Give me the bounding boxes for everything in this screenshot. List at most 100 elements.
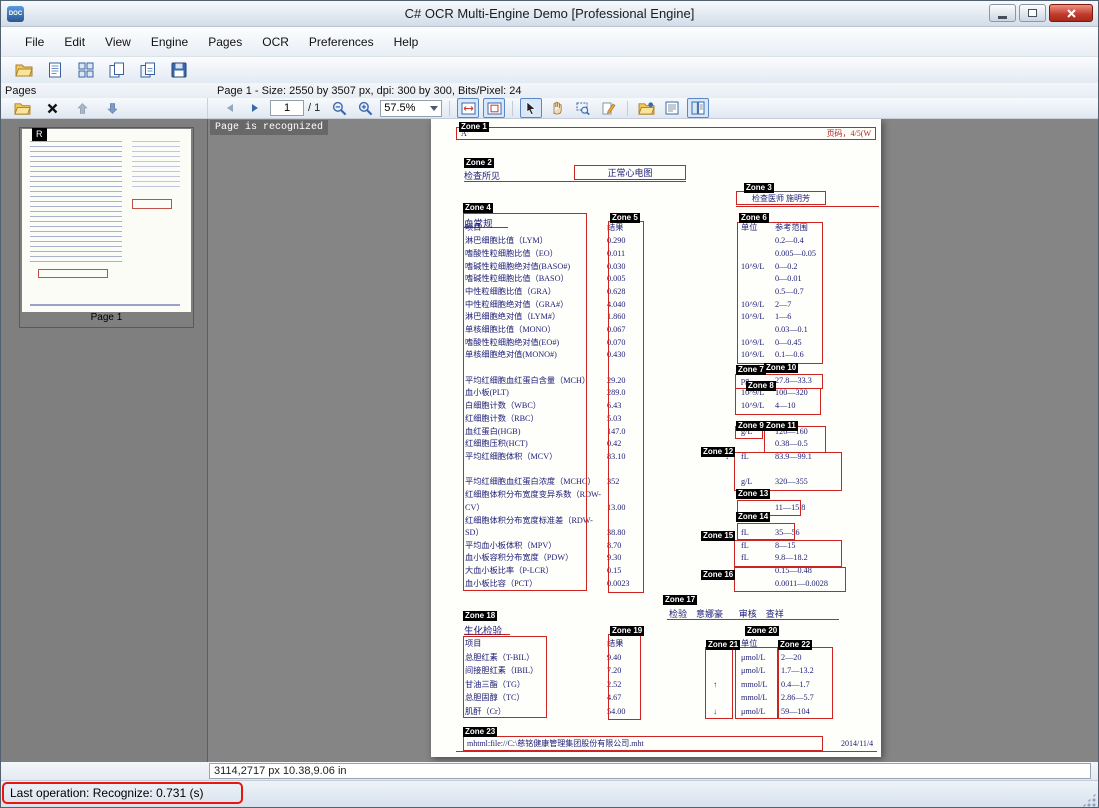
zoom-out-button[interactable] [328, 98, 350, 118]
zone-rect[interactable] [737, 222, 823, 364]
duplicate-page-button[interactable] [137, 60, 159, 80]
next-page-button[interactable] [244, 98, 266, 118]
zoom-level-select[interactable]: 57.5% [380, 100, 442, 117]
zone-rect[interactable] [777, 647, 833, 719]
page-number-input[interactable] [270, 100, 304, 116]
ecg-section-label: 检查所见 [464, 169, 500, 182]
split-view-icon [691, 101, 705, 115]
zone-label: Zone 22 [778, 640, 812, 650]
zone-rect[interactable] [735, 388, 821, 415]
move-page-up-button[interactable] [71, 98, 93, 118]
thumbnail-caption: Page 1 [20, 312, 193, 326]
select-tool-button[interactable] [520, 98, 542, 118]
ecg-doctor: 检查医师 施明芳 [736, 191, 826, 205]
fit-page-button[interactable] [483, 98, 505, 118]
zoom-in-button[interactable] [354, 98, 376, 118]
tool-row: / 1 57.5% [1, 98, 1098, 119]
save-button[interactable] [168, 60, 190, 80]
zone-label: Zone 20 [745, 626, 779, 636]
menu-pages[interactable]: Pages [198, 30, 252, 54]
app-window: DOC C# OCR Multi-Engine Demo [Profession… [0, 0, 1099, 808]
zone-rect[interactable] [705, 647, 733, 719]
menu-view[interactable]: View [95, 30, 141, 54]
fit-width-icon [461, 102, 476, 115]
zone-label: Zone 18 [463, 611, 497, 621]
zoom-in-icon [358, 101, 373, 116]
header-page-number: 页码，4/5(W [827, 128, 871, 139]
zone-label: Zone 6 [739, 213, 769, 223]
view-layout-button[interactable] [687, 98, 709, 118]
menu-engine[interactable]: Engine [141, 30, 198, 54]
sign-line: 检验 意娜豪 审核 查祥 [669, 607, 784, 620]
zone-label: Zone 7 [736, 365, 766, 375]
zone-rect[interactable] [463, 636, 547, 718]
prev-page-button[interactable] [218, 98, 240, 118]
thumbnail-zone-mark [132, 199, 172, 209]
zone-label: Zone 1 [459, 122, 489, 132]
recognize-button[interactable] [635, 98, 657, 118]
zone-label: Zone 2 [464, 158, 494, 168]
page-icon [48, 62, 62, 78]
page-header-zone: A' 页码，4/5(W [456, 127, 876, 140]
window-controls [989, 4, 1093, 22]
chevron-down-icon [430, 106, 438, 111]
menu-help[interactable]: Help [384, 30, 429, 54]
menu-file[interactable]: File [15, 30, 54, 54]
minimize-icon [998, 16, 1007, 19]
thumbnail-view-button[interactable] [75, 60, 97, 80]
close-button[interactable] [1049, 4, 1093, 22]
maximize-button[interactable] [1019, 4, 1046, 22]
zone-rect[interactable] [608, 221, 644, 593]
page-count-label: / 1 [308, 102, 320, 114]
delete-page-button[interactable] [41, 98, 63, 118]
zone-rect[interactable] [734, 540, 842, 567]
content-area: R Page 1 Page is recognized Zone 1 Zone … [1, 119, 1098, 762]
zone-label: Zone 8 [746, 381, 776, 391]
zone-rect[interactable] [734, 452, 842, 491]
zone-rect[interactable] [734, 567, 846, 592]
duplicate-icon [140, 62, 156, 78]
zone-rect[interactable] [737, 523, 795, 540]
zone-rect[interactable] [463, 213, 587, 591]
zone-label: Zone 12 [701, 447, 735, 457]
copy-page-button[interactable] [106, 60, 128, 80]
delete-x-icon [47, 103, 58, 114]
menu-preferences[interactable]: Preferences [299, 30, 384, 54]
open-folder-icon [14, 101, 31, 116]
copy-icon [109, 62, 125, 78]
zone-label: Zone 11 [764, 421, 798, 431]
navigation-toolbar: / 1 57.5% [208, 98, 1098, 118]
menu-edit[interactable]: Edit [54, 30, 95, 54]
thumbnail-zone-mark [38, 269, 108, 278]
cursor-icon [525, 101, 537, 115]
menu-ocr[interactable]: OCR [252, 30, 299, 54]
add-page-button[interactable] [11, 98, 33, 118]
zone-rect[interactable] [608, 634, 641, 720]
move-page-down-button[interactable] [101, 98, 123, 118]
resize-grip[interactable] [1082, 793, 1096, 807]
page-text-icon [665, 101, 679, 115]
view-image-button[interactable] [661, 98, 683, 118]
open-folder-icon [15, 62, 33, 78]
single-page-view-button[interactable] [44, 60, 66, 80]
zoom-region-icon [576, 102, 590, 115]
page-thumbnail[interactable]: R Page 1 [19, 127, 194, 328]
page-info-text: Page 1 - Size: 2550 by 3507 px, dpi: 300… [217, 85, 522, 97]
zone-rect[interactable] [735, 647, 779, 719]
coordinate-bar: 3114,2717 px 10.38,9.06 in [1, 762, 1098, 780]
edit-zones-button[interactable] [598, 98, 620, 118]
arrow-up-icon [77, 103, 88, 114]
pan-tool-button[interactable] [546, 98, 568, 118]
document-view[interactable]: Page is recognized Zone 1 Zone 2 Zone 3 … [208, 119, 1098, 762]
pages-panel-title: Pages [5, 85, 36, 97]
pages-toolbar [1, 98, 208, 118]
zone-label: Zone 16 [701, 570, 735, 580]
fit-width-button[interactable] [457, 98, 479, 118]
zoom-region-button[interactable] [572, 98, 594, 118]
cursor-coordinates: 3114,2717 px 10.38,9.06 in [209, 763, 1091, 779]
zone-label: Zone 3 [744, 183, 774, 193]
zone-label: Zone 5 [610, 213, 640, 223]
zone-label: Zone 23 [463, 727, 497, 737]
open-file-button[interactable] [13, 60, 35, 80]
minimize-button[interactable] [989, 4, 1016, 22]
